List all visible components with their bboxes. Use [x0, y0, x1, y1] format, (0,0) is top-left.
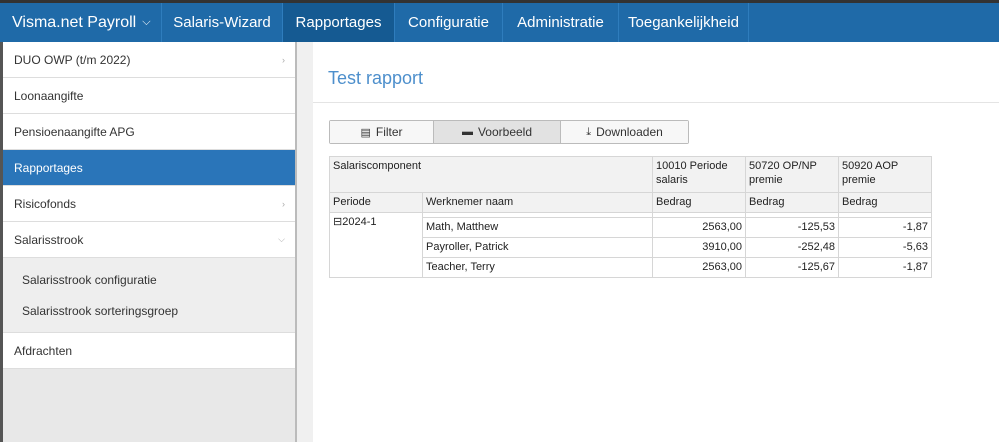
chevron-down-icon: ⌵ — [278, 234, 285, 244]
archive-icon: ▬ — [461, 126, 473, 138]
header-bedrag: Bedrag — [745, 192, 839, 213]
sidebar-item-label: Salarisstrook — [14, 232, 84, 247]
table-header-row: Salariscomponent 10010 Periode salaris 5… — [329, 156, 932, 193]
table-subheader-row: Periode Werknemer naam Bedrag Bedrag Bed… — [329, 192, 932, 213]
sidebar-item-salarisstrook[interactable]: Salarisstrook ⌵ — [3, 222, 295, 258]
sidebar-item-label: Loonaangifte — [14, 88, 84, 103]
amount-cell: -1,87 — [838, 217, 932, 238]
nav-configuratie[interactable]: Configuratie — [395, 3, 503, 42]
brand-label: Visma.net Payroll — [12, 13, 137, 31]
amount-cell: -1,87 — [838, 257, 932, 278]
download-label: Downloaden — [596, 125, 663, 139]
employee-name: Math, Matthew — [422, 217, 653, 238]
collapse-toggle-icon[interactable]: ⊟ — [333, 216, 342, 228]
brand-menu[interactable]: Visma.net Payroll ⌵ — [0, 3, 162, 42]
header-salariscomponent: Salariscomponent — [329, 156, 653, 193]
header-bedrag: Bedrag — [838, 192, 932, 213]
chevron-down-icon: ⌵ — [142, 16, 151, 28]
sidebar-item-risicofonds[interactable]: Risicofonds › — [3, 186, 295, 222]
header-col-10010: 10010 Periode salaris — [652, 156, 746, 193]
nav-salaris-wizard[interactable]: Salaris-Wizard — [162, 3, 283, 42]
title-divider — [313, 102, 999, 103]
chevron-right-icon: › — [282, 198, 285, 209]
sidebar-item-pensioenaangifte[interactable]: Pensioenaangifte APG — [3, 114, 295, 150]
preview-button[interactable]: ▬ Voorbeeld — [434, 121, 561, 143]
sidebar-item-afdrachten[interactable]: Afdrachten — [3, 333, 295, 369]
header-col-50720: 50720 OP/NP premie — [745, 156, 839, 193]
chevron-right-icon: › — [282, 54, 285, 65]
amount-cell: -125,67 — [745, 257, 839, 278]
employee-name: Payroller, Patrick — [422, 237, 653, 258]
amount-cell: -125,53 — [745, 217, 839, 238]
report-table: Salariscomponent 10010 Periode salaris 5… — [329, 156, 932, 278]
sidebar-subitem-configuratie[interactable]: Salarisstrook configuratie — [3, 264, 295, 295]
download-icon: ⤓ — [586, 125, 592, 138]
filter-icon: ▤ — [360, 126, 371, 139]
sidebar-item-duo-owp[interactable]: DUO OWP (t/m 2022) › — [3, 42, 295, 78]
sidebar-item-label: Pensioenaangifte APG — [14, 124, 135, 139]
amount-cell: -5,63 — [838, 237, 932, 258]
main-content: Test rapport ▤ Filter ▬ Voorbeeld ⤓ Down… — [313, 42, 999, 442]
group-label: 2024-1 — [342, 216, 377, 228]
amount-cell: 3910,00 — [652, 237, 746, 258]
sidebar-item-label: Risicofonds — [14, 196, 77, 211]
preview-label: Voorbeeld — [477, 125, 533, 139]
page-title: Test rapport — [328, 68, 424, 88]
amount-cell: 2563,00 — [652, 217, 746, 238]
header-periode: Periode — [329, 192, 423, 213]
salarisstrook-submenu: Salarisstrook configuratie Salarisstrook… — [3, 258, 295, 333]
download-button[interactable]: ⤓ Downloaden — [561, 121, 688, 143]
header-werknemer: Werknemer naam — [422, 192, 653, 213]
filter-label: Filter — [375, 125, 403, 139]
group-cell: ⊟2024-1 — [329, 212, 423, 278]
sidebar-item-label: Rapportages — [14, 160, 83, 175]
amount-cell: 2563,00 — [652, 257, 746, 278]
header-col-50920: 50920 AOP premie — [838, 156, 932, 193]
sidebar-item-label: DUO OWP (t/m 2022) — [14, 52, 131, 67]
employee-name: Teacher, Terry — [422, 257, 653, 278]
filter-button[interactable]: ▤ Filter — [330, 121, 434, 143]
sidebar-item-loonaangifte[interactable]: Loonaangifte — [3, 78, 295, 114]
sidebar: DUO OWP (t/m 2022) › Loonaangifte Pensio… — [0, 42, 297, 442]
report-button-group: ▤ Filter ▬ Voorbeeld ⤓ Downloaden — [329, 120, 689, 144]
sidebar-item-rapportages[interactable]: Rapportages — [3, 150, 295, 186]
nav-toegankelijkheid[interactable]: Toegankelijkheid — [619, 3, 749, 42]
amount-cell: -252,48 — [745, 237, 839, 258]
top-nav: Visma.net Payroll ⌵ Salaris-Wizard Rappo… — [0, 0, 999, 42]
header-bedrag: Bedrag — [652, 192, 746, 213]
nav-rapportages[interactable]: Rapportages — [283, 3, 395, 42]
sidebar-subitem-sorteringsgroep[interactable]: Salarisstrook sorteringsgroep — [3, 295, 295, 326]
sidebar-item-label: Afdrachten — [14, 343, 73, 358]
nav-administratie[interactable]: Administratie — [503, 3, 619, 42]
